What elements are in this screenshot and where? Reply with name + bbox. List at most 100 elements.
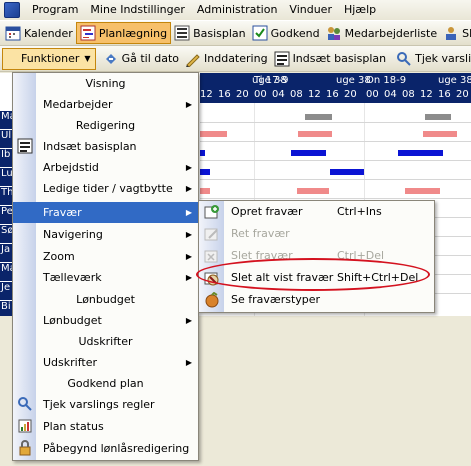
menu-vinduer[interactable]: Vinduer [283, 0, 338, 20]
hour-label: 00 [366, 89, 379, 100]
funktioner-dropdown: Visning Medarbejder ▶ Redigering Indsæt … [12, 72, 199, 461]
day-label: On 18-9 [366, 75, 407, 86]
approve-icon [252, 25, 268, 41]
menu-hjaelp[interactable]: Hjælp [338, 0, 382, 20]
schedule-header: uge 38 Ti 17-9 uge 38 On 18-9 uge 38 12 … [200, 73, 471, 103]
payroll-lock-icon [17, 440, 33, 456]
insert-basisplan-icon [274, 51, 290, 67]
delete-absence-icon [204, 248, 220, 264]
funktioner-label: Funktioner [21, 52, 80, 65]
shift-bar[interactable] [298, 131, 332, 137]
funktioner-button[interactable]: Funktioner ▼ [2, 47, 96, 70]
menu-item-navigering[interactable]: Navigering ▶ [13, 224, 198, 245]
menu-item-taellevaerk[interactable]: Tælleværk ▶ [13, 267, 198, 288]
shift-bar[interactable] [425, 114, 451, 120]
shift-bar[interactable] [330, 169, 364, 175]
godkend-label: Godkend [270, 26, 320, 40]
menu-item-plan-status[interactable]: Plan status [13, 416, 198, 437]
shift-bar[interactable] [423, 131, 457, 137]
menu-item-indsaet-basisplan[interactable]: Indsæt basisplan [13, 136, 198, 157]
menu-administration[interactable]: Administration [191, 0, 284, 20]
tjek-varslings-label: Tjek varslings r [415, 52, 471, 65]
calendar-icon [5, 25, 21, 41]
indsaet-basisplan-button[interactable]: Indsæt basisplan [271, 48, 390, 70]
medarbejderliste-button[interactable]: Medarbejderliste [323, 22, 441, 44]
edit-absence-icon [204, 226, 220, 242]
planlaegning-button[interactable]: Planlægning [75, 22, 172, 44]
hour-label: 20 [456, 89, 469, 100]
shift-bar[interactable] [297, 188, 329, 194]
absence-types-icon [204, 291, 220, 308]
menu-item-ledige-tider[interactable]: Ledige tider / vagtbytte ▶ [13, 178, 198, 199]
menu-item-loenbudget[interactable]: Lønbudget ▶ [13, 310, 198, 331]
kalender-button[interactable]: Kalender [2, 22, 76, 44]
shift-bar[interactable] [200, 150, 205, 156]
grid-row-line [200, 179, 471, 180]
inddatering-label: Inddatering [204, 52, 268, 65]
skift-afd-label: Skift afd [462, 26, 471, 40]
planning-icon [80, 25, 96, 41]
function-toolbar: Funktioner ▼ Gå til dato Inddatering Ind… [0, 46, 471, 72]
submenu-arrow-icon: ▶ [185, 273, 192, 282]
godkend-button[interactable]: Godkend [249, 22, 323, 44]
chevron-down-icon: ▼ [84, 54, 91, 63]
menu-header-visning: Visning [85, 77, 126, 90]
create-absence-icon [204, 204, 220, 220]
menu-item-tjek-varslings-regler[interactable]: Tjek varslings regler [13, 394, 198, 415]
hour-label: 04 [272, 89, 285, 100]
check-notice-icon [17, 396, 33, 412]
submenu-arrow-icon: ▶ [185, 358, 192, 367]
basisplan-button[interactable]: Basisplan [171, 22, 249, 44]
grid-row-line [200, 198, 471, 199]
hour-label: 20 [344, 89, 357, 100]
submenu-arrow-icon: ▶ [185, 163, 192, 172]
submenu-item-opret-fravaer[interactable]: Opret fravær Ctrl+Ins [199, 201, 434, 223]
hour-label: 00 [254, 89, 267, 100]
shift-bar[interactable] [405, 188, 440, 194]
hour-label: 16 [326, 89, 339, 100]
indsaet-basisplan-label: Indsæt basisplan [292, 52, 387, 65]
skift-afd-button[interactable]: Skift afd [440, 22, 471, 44]
submenu-item-se-fravaerstyper[interactable]: Se fraværstyper [199, 289, 434, 311]
menu-header-godkend-plan: Godkend plan [67, 377, 144, 390]
plan-status-icon [17, 418, 33, 434]
submenu-item-ret-fravaer[interactable]: Ret fravær [199, 223, 434, 245]
annotation-ellipse [196, 258, 430, 291]
menu-item-fravaer[interactable]: Fravær ▶ [13, 202, 198, 223]
menu-mine-indstillinger[interactable]: Mine Indstillinger [84, 0, 191, 20]
shift-bar[interactable] [200, 169, 210, 175]
menu-header-udskrifter: Udskrifter [78, 335, 133, 348]
menu-item-udskrifter[interactable]: Udskrifter ▶ [13, 352, 198, 373]
menu-item-zoom[interactable]: Zoom ▶ [13, 246, 198, 267]
fravaer-submenu: Opret fravær Ctrl+Ins Ret fravær Slet fr… [198, 200, 435, 313]
menu-program[interactable]: Program [26, 0, 84, 20]
menu-item-medarbejder[interactable]: Medarbejder ▶ [13, 94, 198, 115]
switch-department-icon [443, 25, 459, 41]
inddatering-button[interactable]: Inddatering [182, 48, 271, 70]
grid-row-line [200, 122, 471, 123]
kalender-label: Kalender [24, 26, 73, 40]
employee-list-icon [326, 25, 342, 41]
tjek-varslings-button[interactable]: Tjek varslings r [393, 48, 471, 70]
shift-bar[interactable] [398, 150, 443, 156]
day-label: Ti 17-9 [254, 75, 289, 86]
gaa-til-dato-label: Gå til dato [121, 52, 180, 65]
planlaegning-label: Planlægning [98, 26, 168, 40]
shift-bar[interactable] [200, 131, 227, 137]
hour-label: 20 [236, 89, 249, 100]
submenu-arrow-icon: ▶ [185, 230, 192, 239]
hour-label: 12 [420, 89, 433, 100]
submenu-arrow-icon: ▶ [185, 184, 192, 193]
menu-item-arbejdstid[interactable]: Arbejdstid ▶ [13, 157, 198, 178]
gaa-til-dato-button[interactable]: Gå til dato [100, 48, 182, 70]
submenu-arrow-icon: ▶ [185, 252, 192, 261]
shift-bar[interactable] [200, 188, 210, 194]
menu-header-redigering: Redigering [75, 119, 136, 132]
shift-bar[interactable] [305, 114, 332, 120]
submenu-arrow-icon: ▶ [185, 208, 192, 217]
hour-label: 08 [402, 89, 415, 100]
hour-label: 12 [200, 89, 213, 100]
hour-label: 08 [290, 89, 303, 100]
menu-item-paabegynd-loenlaasredigering[interactable]: Påbegynd lønlåsredigering [13, 438, 198, 459]
shift-bar[interactable] [291, 150, 326, 156]
